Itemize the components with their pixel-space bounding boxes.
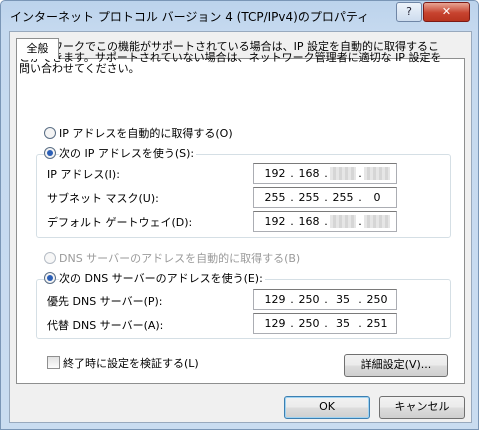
radio-dns-auto-label: DNS サーバーのアドレスを自動的に取得する(B) xyxy=(59,252,301,265)
octet-separator: . xyxy=(358,317,362,330)
radio-ip-auto[interactable] xyxy=(44,127,56,139)
help-icon: ? xyxy=(406,5,412,18)
subnet-mask-input[interactable]: 255. 255. 255. 0 xyxy=(253,187,397,208)
validate-checkbox-label[interactable]: 終了時に設定を検証する(L) xyxy=(63,355,199,371)
radio-dns-manual[interactable] xyxy=(44,272,56,284)
radio-ip-manual-label[interactable]: 次の IP アドレスを使う(S): xyxy=(59,145,197,161)
radio-dns-manual-label[interactable]: 次の DNS サーバーのアドレスを使う(E): xyxy=(59,270,265,286)
ok-button[interactable]: OK xyxy=(284,396,370,419)
octet-separator: . xyxy=(324,167,328,180)
ip-octet: 250 xyxy=(298,317,320,330)
subnet-mask-label: サブネット マスク(U): xyxy=(47,192,159,205)
octet-separator: . xyxy=(290,191,294,204)
preferred-dns-label: 優先 DNS サーバー(P): xyxy=(47,295,163,308)
octet-separator: . xyxy=(358,191,362,204)
ip-octet: 35 xyxy=(336,317,350,330)
octet-separator: . xyxy=(290,317,294,330)
ip-octet: 255 xyxy=(298,191,320,204)
tab-general[interactable]: 全般 xyxy=(16,38,59,59)
ip-octet: 255 xyxy=(332,191,354,204)
octet-separator: . xyxy=(324,215,328,228)
redacted-octet xyxy=(330,167,356,180)
ip-octet: 129 xyxy=(264,317,286,330)
window-title: インターネット プロトコル バージョン 4 (TCP/IPv4)のプロパティ xyxy=(10,10,370,24)
octet-separator: . xyxy=(358,215,362,228)
alternate-dns-label: 代替 DNS サーバー(A): xyxy=(47,319,164,332)
ip-address-input[interactable]: 192. 168.. xyxy=(253,163,397,184)
advanced-button[interactable]: 詳細設定(V)... xyxy=(344,354,448,377)
ip-address-label: IP アドレス(I): xyxy=(47,168,120,181)
title-bar[interactable]: インターネット プロトコル バージョン 4 (TCP/IPv4)のプロパティ ?… xyxy=(1,1,478,31)
octet-separator: . xyxy=(290,167,294,180)
close-button[interactable]: ✕ xyxy=(423,2,470,22)
ip-octet: 192 xyxy=(264,167,286,180)
octet-separator: . xyxy=(324,191,328,204)
validate-checkbox[interactable] xyxy=(47,356,60,369)
octet-separator: . xyxy=(290,293,294,306)
ip-octet: 0 xyxy=(373,191,381,204)
ip-octet: 255 xyxy=(264,191,286,204)
help-button[interactable]: ? xyxy=(396,2,422,22)
default-gateway-input[interactable]: 192. 168.. xyxy=(253,211,397,232)
cancel-button[interactable]: キャンセル xyxy=(379,396,465,419)
octet-separator: . xyxy=(290,215,294,228)
ip-octet: 250 xyxy=(366,293,388,306)
ip-octet: 251 xyxy=(366,317,388,330)
octet-separator: . xyxy=(324,317,328,330)
redacted-octet xyxy=(364,215,390,228)
default-gateway-label: デフォルト ゲートウェイ(D): xyxy=(47,216,193,229)
octet-separator: . xyxy=(324,293,328,306)
redacted-octet xyxy=(330,215,356,228)
octet-separator: . xyxy=(358,293,362,306)
ip-octet: 168 xyxy=(298,167,320,180)
redacted-octet xyxy=(364,167,390,180)
radio-ip-auto-label[interactable]: IP アドレスを自動的に取得する(O) xyxy=(59,125,233,141)
ip-octet: 250 xyxy=(298,293,320,306)
ip-octet: 192 xyxy=(264,215,286,228)
octet-separator: . xyxy=(358,167,362,180)
close-icon: ✕ xyxy=(441,5,452,18)
ip-octet: 168 xyxy=(298,215,320,228)
ip-octet: 129 xyxy=(264,293,286,306)
alternate-dns-input[interactable]: 129. 250. 35. 251 xyxy=(253,313,397,334)
radio-ip-manual[interactable] xyxy=(44,147,56,159)
radio-dns-auto xyxy=(44,252,56,264)
description-text: ネットワークでこの機能がサポートされている場合は、IP 設定を自動的に取得するこ… xyxy=(19,40,442,75)
preferred-dns-input[interactable]: 129. 250. 35. 250 xyxy=(253,289,397,310)
ip-octet: 35 xyxy=(336,293,350,306)
dialog-window: インターネット プロトコル バージョン 4 (TCP/IPv4)のプロパティ ?… xyxy=(0,0,479,430)
